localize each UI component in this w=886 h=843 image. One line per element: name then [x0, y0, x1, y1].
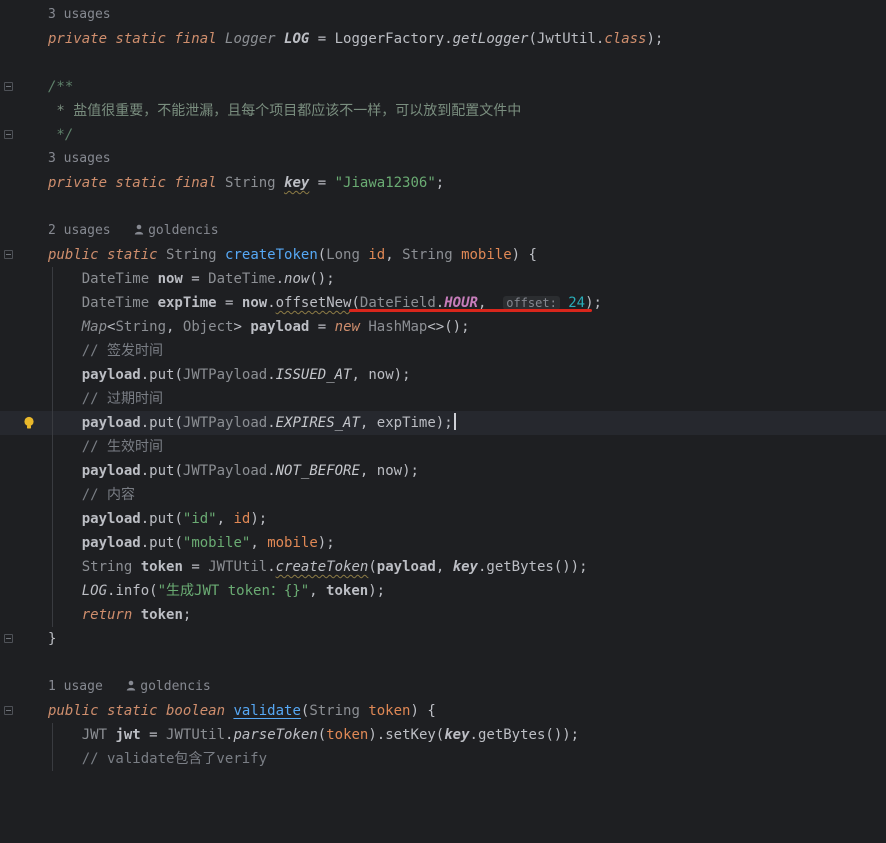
usage-hint-validate[interactable]: 1 usage goldencis [0, 675, 886, 699]
code-line-jwt[interactable]: JWT jwt = JWTUtil.parseToken(token).setK… [0, 723, 886, 747]
usage-hint-create-token[interactable]: 2 usages goldencis [0, 219, 886, 243]
author-icon [134, 224, 144, 235]
bulb-icon[interactable] [22, 416, 36, 430]
code-line-key[interactable]: private static final String key = "Jiawa… [0, 171, 886, 195]
fold-icon[interactable] [4, 130, 13, 139]
annotation-underline [349, 309, 592, 312]
code-line-put-mobile[interactable]: payload.put("mobile", mobile); [0, 531, 886, 555]
fold-icon[interactable] [4, 82, 13, 91]
code-line-comment-issued[interactable]: // 签发时间 [0, 339, 886, 363]
code-line-comment-expires[interactable]: // 过期时间 [0, 387, 886, 411]
code-line-comment-partial[interactable]: // validate包含了verify [0, 747, 886, 771]
code-line-create-token[interactable]: public static String createToken(Long id… [0, 243, 886, 267]
code-line-payload-map[interactable]: Map<String, Object> payload = new HashMa… [0, 315, 886, 339]
fold-icon[interactable] [4, 706, 13, 715]
code-line-put-expires[interactable]: payload.put(JWTPayload.EXPIRES_AT, expTi… [0, 411, 886, 435]
code-line-log[interactable]: private static final Logger LOG = Logger… [0, 27, 886, 51]
code-line-put-not-before[interactable]: payload.put(JWTPayload.NOT_BEFORE, now); [0, 459, 886, 483]
code-line-token[interactable]: String token = JWTUtil.createToken(paylo… [0, 555, 886, 579]
fold-icon[interactable] [4, 634, 13, 643]
parameter-hint: offset: [503, 296, 560, 310]
code-line-put-id[interactable]: payload.put("id", id); [0, 507, 886, 531]
text-caret [453, 413, 456, 430]
usage-hint-key[interactable]: 3 usages [0, 147, 886, 171]
code-line-javadoc-close[interactable]: */ [0, 123, 886, 147]
code-line-close-brace[interactable]: } [0, 627, 886, 651]
code-line-javadoc-open[interactable]: /** [0, 75, 886, 99]
code-line-return[interactable]: return token; [0, 603, 886, 627]
code-line-log-info[interactable]: LOG.info("生成JWT token：{}", token); [0, 579, 886, 603]
code-line-javadoc-body[interactable]: * 盐值很重要，不能泄漏，且每个项目都应该不一样，可以放到配置文件中 [0, 99, 886, 123]
usage-hint-log[interactable]: 3 usages [0, 3, 886, 27]
code-line-now[interactable]: DateTime now = DateTime.now(); [0, 267, 886, 291]
fold-icon[interactable] [4, 250, 13, 259]
author-icon [127, 680, 136, 691]
code-line-validate[interactable]: public static boolean validate(String to… [0, 699, 886, 723]
code-line-comment-content[interactable]: // 内容 [0, 483, 886, 507]
code-line-comment-not-before[interactable]: // 生效时间 [0, 435, 886, 459]
code-line-put-issued[interactable]: payload.put(JWTPayload.ISSUED_AT, now); [0, 363, 886, 387]
code-editor[interactable]: 3 usages private static final Logger LOG… [0, 0, 886, 771]
